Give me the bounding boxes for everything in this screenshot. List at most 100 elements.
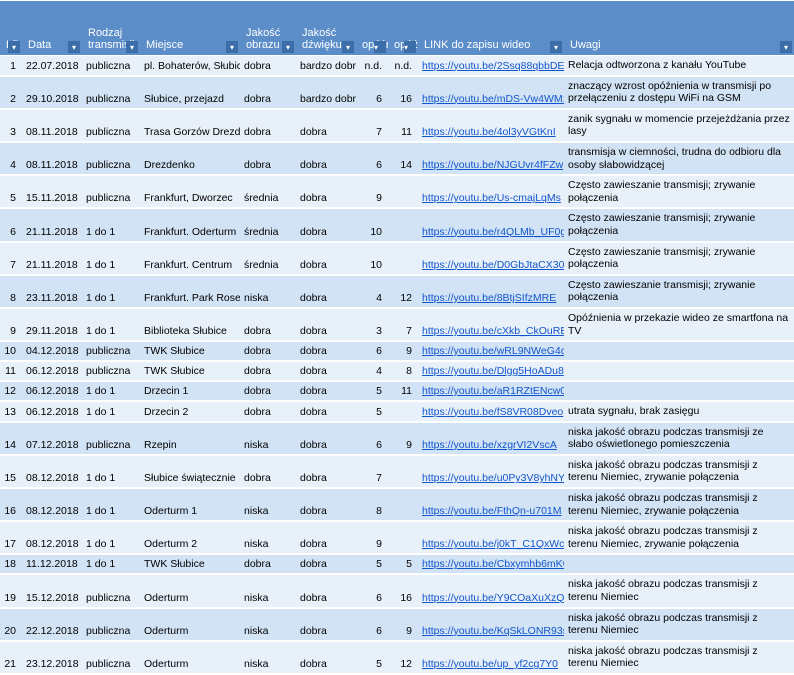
header-uwagi[interactable]: Uwagi <box>564 1 794 55</box>
cell-op2 <box>388 243 418 275</box>
video-link[interactable]: https://youtu.be/aR1RZtENcw0 <box>422 385 564 397</box>
table-row: 1915.12.2018publicznaOderturmniskadobra6… <box>0 575 794 607</box>
cell-uwagi: niska jakość obrazu podczas transmisji z… <box>564 609 794 641</box>
cell-miejsce: Oderturm 2 <box>140 522 240 554</box>
header-rodzaj[interactable]: Rodzaj transmisji <box>82 1 140 55</box>
cell-miejsce: Oderturm <box>140 642 240 674</box>
cell-miejsce: Oderturm <box>140 609 240 641</box>
cell-uwagi: transmisja w ciemności, trudna do odbior… <box>564 143 794 175</box>
cell-link: https://youtu.be/Us-cmajLqMs <box>418 176 564 208</box>
cell-link: https://youtu.be/fS8VR08Dveo <box>418 402 564 422</box>
video-link[interactable]: https://youtu.be/wRL9NWeG4c4 <box>422 345 564 357</box>
cell-jdzwiek: dobra <box>296 382 356 401</box>
video-link[interactable]: https://youtu.be/4ol3yVGtKnI <box>422 126 556 138</box>
table-row: 308.11.2018publicznaTrasa Gorzów Drezden… <box>0 110 794 142</box>
cell-data: 07.12.2018 <box>22 423 82 455</box>
header-jobraz[interactable]: Jakość obrazu <box>240 1 296 55</box>
filter-icon[interactable] <box>126 41 138 53</box>
video-link[interactable]: https://youtu.be/xzgrVI2VscA <box>422 439 557 451</box>
cell-op2: 11 <box>388 110 418 142</box>
video-link[interactable]: https://youtu.be/D0GbJtaCX30 <box>422 259 564 271</box>
cell-uwagi: znaczący wzrost opóźnienia w transmisji … <box>564 77 794 109</box>
cell-lp: 14 <box>0 423 22 455</box>
video-link[interactable]: https://youtu.be/fS8VR08Dveo <box>422 406 563 418</box>
cell-rodzaj: 1 do 1 <box>82 309 140 341</box>
cell-jdzwiek: dobra <box>296 402 356 422</box>
cell-op1: 10 <box>356 243 388 275</box>
filter-icon[interactable] <box>8 41 20 53</box>
filter-icon[interactable] <box>282 41 294 53</box>
filter-icon[interactable] <box>374 41 386 53</box>
cell-data: 06.12.2018 <box>22 402 82 422</box>
cell-op2: 9 <box>388 609 418 641</box>
cell-jdzwiek: dobra <box>296 489 356 521</box>
filter-icon[interactable] <box>342 41 354 53</box>
cell-op1: 9 <box>356 176 388 208</box>
video-link[interactable]: https://youtu.be/Dlgg5HoADu8 <box>422 365 564 377</box>
cell-jobraz: średnia <box>240 176 296 208</box>
cell-miejsce: Drezdenko <box>140 143 240 175</box>
cell-link: https://youtu.be/Y9COaXuXzQM <box>418 575 564 607</box>
header-lp[interactable]: LP <box>0 1 22 55</box>
video-link[interactable]: https://youtu.be/8BtjSIfzMRE <box>422 292 556 304</box>
video-link[interactable]: https://youtu.be/mDS-Vw4WM1s <box>422 93 564 105</box>
header-data[interactable]: Data <box>22 1 82 55</box>
cell-jdzwiek: dobra <box>296 209 356 241</box>
cell-jdzwiek: dobra <box>296 110 356 142</box>
cell-data: 08.11.2018 <box>22 110 82 142</box>
header-op1[interactable]: opóźn. w <box>356 1 388 55</box>
cell-op1: 3 <box>356 309 388 341</box>
cell-rodzaj: 1 do 1 <box>82 522 140 554</box>
cell-op1: 10 <box>356 209 388 241</box>
video-link[interactable]: https://youtu.be/up_yf2cg7Y0 <box>422 658 558 670</box>
filter-icon[interactable] <box>404 41 416 53</box>
cell-uwagi <box>564 555 794 574</box>
video-link[interactable]: https://youtu.be/r4QLMb_UF0g <box>422 226 564 238</box>
video-link[interactable]: https://youtu.be/NJGUvr4fFZw <box>422 159 563 171</box>
cell-rodzaj: publiczna <box>82 143 140 175</box>
filter-icon[interactable] <box>68 41 80 53</box>
cell-lp: 4 <box>0 143 22 175</box>
cell-op1: 5 <box>356 642 388 674</box>
cell-rodzaj: publiczna <box>82 56 140 76</box>
cell-op1: 6 <box>356 143 388 175</box>
cell-op1: 5 <box>356 382 388 401</box>
filter-icon[interactable] <box>550 41 562 53</box>
table-row: 2022.12.2018publicznaOderturmniskadobra6… <box>0 609 794 641</box>
cell-lp: 17 <box>0 522 22 554</box>
filter-icon[interactable] <box>780 41 792 53</box>
video-link[interactable]: https://youtu.be/cXkb_CkOuRE <box>422 325 564 337</box>
table-row: 1407.12.2018publicznaRzepinniskadobra69h… <box>0 423 794 455</box>
header-link[interactable]: LINK do zapisu wideo <box>418 1 564 55</box>
cell-link: https://youtu.be/up_yf2cg7Y0 <box>418 642 564 674</box>
header-op2[interactable]: opóźnien max <box>388 1 418 55</box>
cell-link: https://youtu.be/FthQn-u701M <box>418 489 564 521</box>
video-link[interactable]: https://youtu.be/Y9COaXuXzQM <box>422 592 564 604</box>
filter-icon[interactable] <box>226 41 238 53</box>
cell-link: https://youtu.be/8BtjSIfzMRE <box>418 276 564 308</box>
table-row: 515.11.2018publicznaFrankfurt, Dworzecśr… <box>0 176 794 208</box>
video-link[interactable]: https://youtu.be/Us-cmajLqMs <box>422 192 561 204</box>
cell-miejsce: Frankfurt. Park Rosengarten <box>140 276 240 308</box>
cell-data: 15.11.2018 <box>22 176 82 208</box>
cell-op1: 4 <box>356 362 388 381</box>
video-link[interactable]: https://youtu.be/j0kT_C1QxWc <box>422 538 564 550</box>
cell-miejsce: Trasa Gorzów Drezdenko <box>140 110 240 142</box>
cell-op2: 12 <box>388 642 418 674</box>
table-row: 621.11.20181 do 1Frankfurt. Oderturmśred… <box>0 209 794 241</box>
cell-link: https://youtu.be/j0kT_C1QxWc <box>418 522 564 554</box>
cell-link: https://youtu.be/2Ssq88qbbDE <box>418 56 564 76</box>
video-link[interactable]: https://youtu.be/Cbxymhb6mKw <box>422 558 564 570</box>
video-link[interactable]: https://youtu.be/FthQn-u701M <box>422 505 562 517</box>
cell-rodzaj: 1 do 1 <box>82 402 140 422</box>
video-link[interactable]: https://youtu.be/u0Py3V8yhNY <box>422 472 564 484</box>
header-jdzwiek[interactable]: Jakość dźwięku <box>296 1 356 55</box>
video-link[interactable]: https://youtu.be/KqSkLONR93s <box>422 625 564 637</box>
cell-lp: 19 <box>0 575 22 607</box>
header-miejsce[interactable]: Miejsce <box>140 1 240 55</box>
cell-lp: 1 <box>0 56 22 76</box>
cell-jobraz: dobra <box>240 56 296 76</box>
cell-link: https://youtu.be/Cbxymhb6mKw <box>418 555 564 574</box>
video-link[interactable]: https://youtu.be/2Ssq88qbbDE <box>422 60 564 72</box>
cell-lp: 6 <box>0 209 22 241</box>
